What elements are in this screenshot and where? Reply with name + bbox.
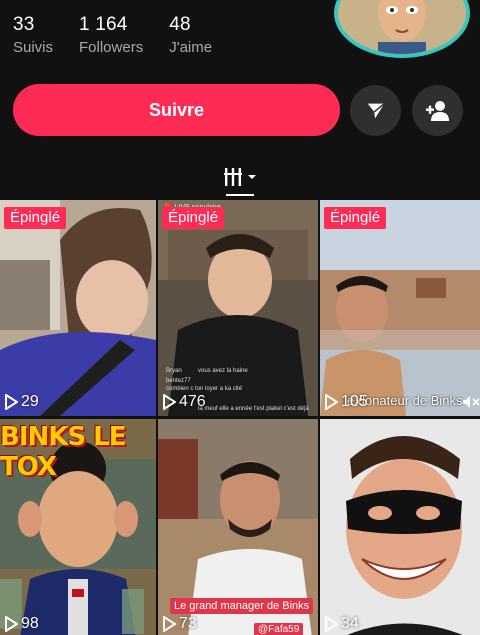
tab-videos[interactable] bbox=[210, 158, 270, 196]
video-tile[interactable]: 🔴 LIVE populaire Épinglé Bryan vous avez… bbox=[158, 200, 318, 416]
play-icon bbox=[5, 616, 18, 632]
video-tile[interactable]: 34 bbox=[320, 419, 480, 635]
stat-likes: 48 J'aime bbox=[169, 14, 212, 58]
view-count-value: 105 bbox=[341, 393, 368, 410]
likes-count: 48 bbox=[169, 14, 191, 35]
view-count: 476 bbox=[162, 393, 206, 411]
play-icon bbox=[325, 394, 338, 410]
mute-icon[interactable] bbox=[462, 395, 480, 409]
view-count-value: 34 bbox=[341, 615, 359, 632]
view-count: 29 bbox=[4, 393, 39, 411]
view-count: 73 bbox=[162, 615, 197, 633]
profile-avatar[interactable] bbox=[334, 0, 470, 58]
pinned-badge: Épinglé bbox=[324, 207, 387, 229]
follow-button[interactable]: Suivre bbox=[13, 84, 340, 136]
video-tile[interactable]: Épinglé le donateur de Binks 105 bbox=[320, 200, 480, 416]
video-grid: Épinglé 29 🔴 LIVE populaire Épinglé Brya… bbox=[0, 200, 480, 635]
followers-label: Followers bbox=[79, 39, 144, 56]
profile-tabs bbox=[0, 158, 480, 198]
stat-followers[interactable]: 1 164 Followers bbox=[79, 14, 143, 58]
view-count: 34 bbox=[324, 615, 359, 633]
pinned-badge: Épinglé bbox=[4, 207, 67, 229]
comment-text: la meuf elle a ennée t'est plakel c'est … bbox=[198, 406, 309, 412]
chevron-down-icon bbox=[248, 175, 256, 179]
play-icon bbox=[163, 394, 176, 410]
share-profile-button[interactable] bbox=[350, 85, 401, 136]
view-count: 105 bbox=[324, 393, 368, 411]
video-caption: Le grand manager de Binks bbox=[170, 598, 314, 614]
video-thumbnail bbox=[320, 200, 480, 416]
profile-stats: 33 Suivis 1 164 Followers 48 J'aime bbox=[13, 14, 238, 58]
view-count-value: 29 bbox=[21, 393, 39, 410]
video-tile[interactable]: Épinglé 29 bbox=[0, 200, 156, 416]
followers-count: 1 164 bbox=[79, 14, 128, 35]
pinned-badge: Épinglé bbox=[162, 207, 225, 229]
likes-label: J'aime bbox=[169, 39, 213, 56]
comment-user: bentez77 bbox=[166, 378, 191, 384]
send-icon bbox=[367, 102, 385, 118]
play-icon bbox=[5, 394, 18, 410]
video-tile[interactable]: BINKS LE TOX 98 bbox=[0, 419, 156, 635]
view-count-value: 476 bbox=[179, 393, 206, 410]
view-count-value: 98 bbox=[21, 615, 39, 632]
following-count: 33 bbox=[13, 14, 35, 35]
video-banner: BINKS LE TOX bbox=[0, 422, 127, 482]
grid-icon bbox=[224, 168, 242, 186]
video-thumbnail bbox=[0, 200, 156, 416]
add-friend-button[interactable] bbox=[412, 85, 463, 136]
video-tile[interactable]: Le grand manager de Binks @Fafa59 73 bbox=[158, 419, 318, 635]
stat-following[interactable]: 33 Suivis bbox=[13, 14, 53, 58]
following-label: Suivis bbox=[13, 39, 54, 56]
comment-user: Bryan bbox=[166, 368, 182, 374]
add-user-icon bbox=[425, 100, 449, 121]
play-icon bbox=[325, 616, 338, 632]
video-handle: @Fafa59 bbox=[254, 623, 304, 635]
view-count: 98 bbox=[4, 615, 39, 633]
comment-text: combien c ton loyer a ka cité bbox=[166, 386, 243, 392]
view-count-value: 73 bbox=[179, 615, 197, 632]
comment-text: vous avez la haine bbox=[198, 368, 248, 374]
video-thumbnail bbox=[320, 419, 480, 635]
play-icon bbox=[163, 616, 176, 632]
